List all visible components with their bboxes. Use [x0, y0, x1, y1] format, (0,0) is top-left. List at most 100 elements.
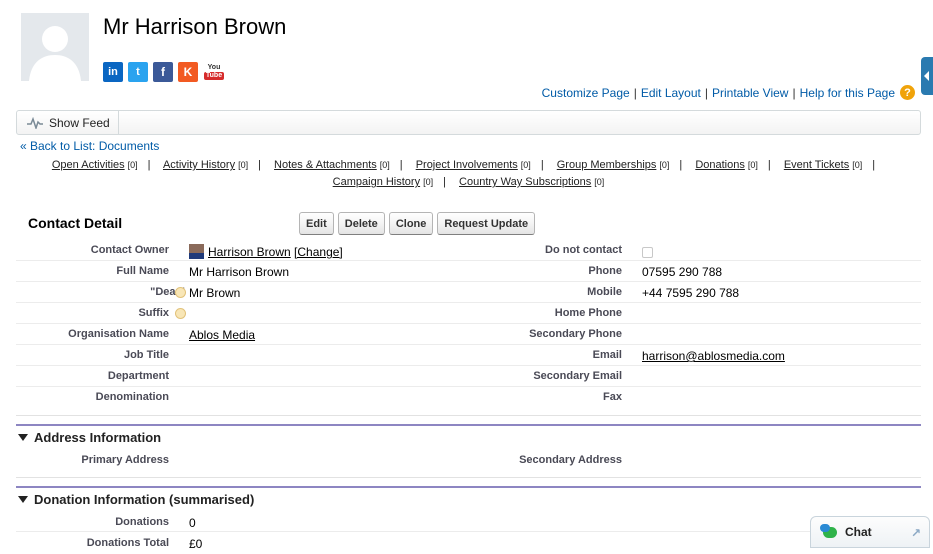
- related-count: [0]: [659, 160, 670, 170]
- related-link-project-involvements[interactable]: Project Involvements: [416, 159, 518, 171]
- secondary-phone-label: Secondary Phone: [529, 328, 622, 340]
- delete-button[interactable]: Delete: [337, 212, 385, 235]
- detail-buttons: Edit Delete Clone Request Update: [299, 212, 536, 235]
- expand-icon[interactable]: ↗: [911, 526, 921, 540]
- detail-row: Denomination Fax: [16, 387, 921, 408]
- phone-label: Phone: [588, 265, 622, 277]
- contact-detail-fields: Contact Owner Harrison Brown [Change] Do…: [16, 240, 921, 408]
- address-title-text: Address Information: [34, 430, 162, 445]
- divider: [16, 477, 921, 478]
- detail-row: Donations 0: [16, 511, 921, 532]
- youtube-icon-top: You: [207, 64, 221, 71]
- customize-page-link[interactable]: Customize Page: [542, 86, 630, 100]
- separator: |: [633, 85, 637, 100]
- change-owner-link[interactable]: [Change]: [294, 245, 343, 259]
- related-link-country-way-subscriptions[interactable]: Country Way Subscriptions: [459, 176, 591, 188]
- secondary-address-label: Secondary Address: [519, 454, 622, 466]
- separator: |: [872, 159, 876, 171]
- pulse-icon: [27, 116, 43, 129]
- youtube-icon[interactable]: You Tube: [203, 62, 225, 82]
- do-not-contact-value: [642, 244, 653, 261]
- separator: |: [679, 159, 683, 171]
- organisation-link[interactable]: Ablos Media: [189, 328, 255, 342]
- klout-icon[interactable]: K: [178, 62, 198, 82]
- contact-owner-link[interactable]: Harrison Brown: [208, 245, 291, 259]
- related-count: [0]: [423, 177, 434, 187]
- detail-row: Department Secondary Email: [16, 366, 921, 387]
- clone-button[interactable]: Clone: [388, 212, 434, 235]
- show-feed-button[interactable]: Show Feed: [17, 111, 119, 134]
- twitter-icon[interactable]: t: [128, 62, 148, 82]
- fax-label: Fax: [603, 391, 622, 403]
- chat-label: Chat: [845, 525, 872, 539]
- edit-button[interactable]: Edit: [299, 212, 334, 235]
- related-link-campaign-history[interactable]: Campaign History: [333, 176, 420, 188]
- request-update-button[interactable]: Request Update: [437, 212, 536, 235]
- related-link-activity-history[interactable]: Activity History: [163, 159, 235, 171]
- facebook-icon[interactable]: f: [153, 62, 173, 82]
- help-link[interactable]: Help for this Page: [800, 86, 895, 100]
- sidebar-toggle-tab[interactable]: [921, 57, 933, 95]
- printable-view-link[interactable]: Printable View: [712, 86, 789, 100]
- detail-row: Organisation Name Ablos Media Secondary …: [16, 324, 921, 345]
- donation-section-header[interactable]: Donation Information (summarised): [16, 486, 921, 510]
- job-title-label: Job Title: [123, 349, 169, 361]
- chat-widget[interactable]: Chat ↗: [810, 516, 930, 548]
- donations-label: Donations: [115, 516, 169, 528]
- page-links: Customize Page | Edit Layout | Printable…: [542, 85, 915, 100]
- email-link[interactable]: harrison@ablosmedia.com: [642, 349, 785, 363]
- detail-row: Contact Owner Harrison Brown [Change] Do…: [16, 240, 921, 261]
- related-link-group-memberships[interactable]: Group Memberships: [557, 159, 657, 171]
- related-list-links: Open Activities [0] | Activity History [0] |…: [16, 159, 921, 171]
- separator: |: [147, 159, 151, 171]
- full-name-label: Full Name: [116, 265, 169, 277]
- donation-section-title: Donation Information (summarised): [18, 492, 254, 507]
- dear-help-icon[interactable]: [175, 287, 186, 298]
- back-to-list-link[interactable]: « Back to List: Documents: [20, 139, 159, 153]
- separator: |: [704, 85, 708, 100]
- address-section-header[interactable]: Address Information: [16, 424, 921, 448]
- collapse-triangle-icon: [18, 496, 28, 503]
- detail-row: Full Name Mr Harrison Brown Phone 07595 …: [16, 261, 921, 282]
- organisation-name-value: Ablos Media: [189, 328, 255, 342]
- secondary-email-label: Secondary Email: [533, 370, 622, 382]
- mobile-label: Mobile: [587, 286, 622, 298]
- help-icon[interactable]: ?: [900, 85, 915, 100]
- detail-row: Primary Address Secondary Address: [16, 449, 921, 470]
- related-link-donations[interactable]: Donations: [695, 159, 745, 171]
- mobile-value: +44 7595 290 788: [642, 286, 740, 300]
- detail-row: Suffix Home Phone: [16, 303, 921, 324]
- linkedin-icon[interactable]: in: [103, 62, 123, 82]
- edit-layout-link[interactable]: Edit Layout: [641, 86, 701, 100]
- related-link-notes-attachments[interactable]: Notes & Attachments: [274, 159, 377, 171]
- detail-row: Job Title Email harrison@ablosmedia.com: [16, 345, 921, 366]
- separator: |: [258, 159, 261, 171]
- donations-total-value: £0: [189, 537, 203, 551]
- related-count: [0]: [852, 160, 863, 170]
- address-section-title: Address Information: [18, 430, 161, 445]
- page-title: Mr Harrison Brown: [103, 14, 287, 39]
- related-count: [0]: [594, 177, 605, 187]
- detail-row: "Dear" Mr Brown Mobile +44 7595 290 788: [16, 282, 921, 303]
- separator: |: [767, 159, 771, 171]
- owner-avatar: [189, 244, 204, 259]
- related-link-event-tickets[interactable]: Event Tickets: [784, 159, 849, 171]
- youtube-icon-bottom: Tube: [203, 72, 225, 80]
- contact-owner-value: Harrison Brown [Change]: [189, 244, 343, 259]
- related-count: [0]: [379, 160, 390, 170]
- donations-total-label: Donations Total: [86, 537, 169, 549]
- department-label: Department: [107, 370, 169, 382]
- related-count: [0]: [520, 160, 531, 170]
- chat-bubble-icon: [820, 523, 837, 538]
- email-label: Email: [592, 349, 622, 361]
- separator: |: [399, 159, 403, 171]
- related-list-links-row2: Campaign History [0] | Country Way Subscri…: [16, 176, 921, 188]
- related-count: [0]: [747, 160, 758, 170]
- feed-bar: Show Feed: [16, 110, 921, 135]
- suffix-label: Suffix: [138, 307, 169, 319]
- separator: |: [792, 85, 796, 100]
- collapse-triangle-icon: [18, 434, 28, 441]
- related-link-open-activities[interactable]: Open Activities: [52, 159, 125, 171]
- suffix-help-icon[interactable]: [175, 308, 186, 319]
- donation-title-text: Donation Information (summarised): [34, 492, 255, 507]
